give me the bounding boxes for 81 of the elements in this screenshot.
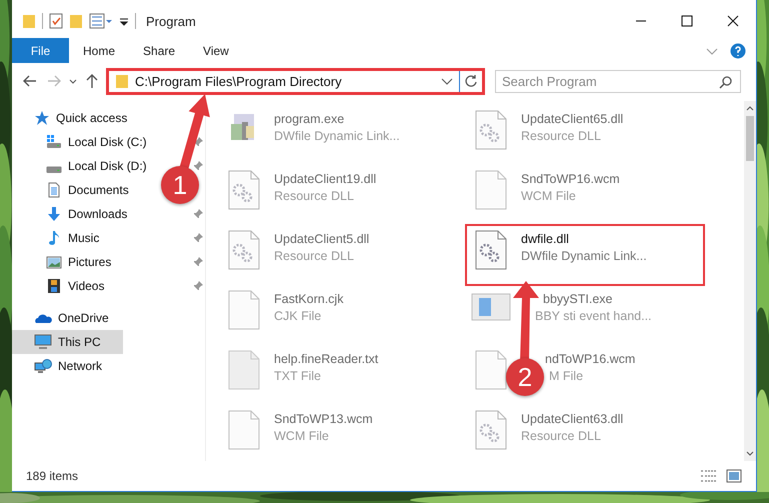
file-type: Resource DLL bbox=[521, 428, 601, 445]
nav-item[interactable]: Network bbox=[12, 354, 110, 378]
gear-file-icon bbox=[228, 230, 260, 270]
music-note-icon bbox=[46, 230, 62, 246]
gear-file-icon bbox=[475, 410, 507, 450]
number-badge: 2 bbox=[506, 358, 544, 396]
pin-icon[interactable] bbox=[193, 257, 203, 267]
nav-item[interactable]: Pictures bbox=[12, 250, 120, 274]
scrollbar-thumb[interactable] bbox=[746, 116, 754, 161]
nav-item[interactable]: Local Disk (D:) bbox=[12, 154, 155, 178]
nav-item[interactable]: Quick access bbox=[12, 106, 136, 130]
drive-icon bbox=[46, 166, 62, 172]
file-name[interactable]: ndToWP16.wcm bbox=[545, 351, 636, 368]
file-name[interactable]: UpdateClient19.dll bbox=[274, 171, 376, 188]
nav-item[interactable]: Videos bbox=[12, 274, 112, 298]
refresh-icon[interactable] bbox=[464, 74, 478, 88]
nav-item[interactable]: Music bbox=[12, 226, 108, 250]
nav-item[interactable]: Local Disk (C:) bbox=[12, 130, 155, 154]
file-name[interactable]: UpdateClient63.dll bbox=[521, 411, 624, 428]
window-title: Program bbox=[146, 14, 197, 28]
film-icon bbox=[46, 278, 62, 294]
file-type: WCM File bbox=[274, 428, 329, 445]
file-type: Resource DLL bbox=[274, 248, 354, 265]
file-name[interactable]: UpdateClient65.dll bbox=[521, 111, 624, 128]
file-menu-button[interactable]: File bbox=[12, 38, 69, 63]
search-icon bbox=[719, 74, 733, 88]
file-type: DWfile Dynamic Link... bbox=[274, 128, 400, 145]
chevron-down-icon[interactable] bbox=[441, 76, 453, 86]
file-name[interactable]: dwfile.dll bbox=[521, 231, 569, 248]
file-type: Resource DLL bbox=[274, 188, 354, 205]
file-type: M File bbox=[549, 368, 584, 385]
file-name[interactable]: FastKorn.cjk bbox=[274, 291, 344, 308]
ribbon-tab[interactable]: View bbox=[189, 38, 243, 63]
file-icon bbox=[228, 410, 260, 450]
large-icons-view-icon[interactable] bbox=[726, 469, 742, 483]
properties-icon[interactable] bbox=[49, 13, 63, 29]
text-file-icon bbox=[228, 350, 260, 390]
gear-file-icon bbox=[228, 170, 260, 210]
pin-icon[interactable] bbox=[193, 233, 203, 243]
file-name[interactable]: bbyySTI.exe bbox=[543, 291, 612, 308]
file-type: Resource DLL bbox=[521, 128, 601, 145]
download-icon bbox=[46, 206, 62, 222]
network-icon bbox=[34, 358, 52, 374]
pin-icon[interactable] bbox=[193, 209, 203, 219]
file-name[interactable]: SndToWP16.wcm bbox=[521, 171, 620, 188]
help-icon[interactable] bbox=[730, 42, 746, 58]
file-name[interactable]: UpdateClient5.dll bbox=[274, 231, 370, 248]
pin-icon[interactable] bbox=[193, 281, 203, 291]
pin-icon[interactable] bbox=[193, 137, 203, 147]
file-name[interactable]: program.exe bbox=[274, 111, 344, 128]
view-options-icon[interactable] bbox=[89, 13, 113, 29]
gear-file-icon bbox=[475, 230, 507, 270]
star-icon bbox=[34, 110, 50, 126]
nav-item[interactable]: This PC bbox=[12, 330, 122, 354]
pin-icon[interactable] bbox=[193, 161, 203, 171]
file-type: WCM File bbox=[521, 188, 576, 205]
item-count: 189 items bbox=[26, 469, 80, 483]
file-icon bbox=[475, 350, 507, 390]
gear-file-icon bbox=[475, 110, 507, 150]
nav-item[interactable]: Documents bbox=[12, 178, 137, 202]
search-field[interactable]: Search Program bbox=[495, 70, 741, 92]
folder-icon bbox=[115, 73, 129, 89]
file-icon bbox=[228, 290, 260, 330]
ribbon-tab[interactable]: Home bbox=[69, 38, 130, 63]
file-icon bbox=[475, 170, 507, 210]
nav-item[interactable]: Downloads bbox=[12, 202, 136, 226]
file-type: TXT File bbox=[274, 368, 321, 385]
computer-icon bbox=[34, 334, 52, 350]
drive-icon bbox=[46, 134, 62, 150]
file-name[interactable]: SndToWP13.wcm bbox=[274, 411, 373, 428]
file-type: DWfile Dynamic Link... bbox=[521, 248, 647, 265]
file-name[interactable]: help.fineReader.txt bbox=[274, 351, 378, 368]
number-badge: 1 bbox=[161, 166, 199, 204]
ribbon-tab[interactable]: Share bbox=[129, 38, 190, 63]
details-view-icon[interactable] bbox=[700, 469, 718, 483]
address-bar[interactable]: C:\Program Files\Program Directory bbox=[106, 68, 485, 94]
pictures-icon bbox=[46, 254, 62, 270]
nav-item[interactable]: OneDrive bbox=[12, 306, 117, 330]
file-type: BBY sti event hand... bbox=[535, 308, 652, 325]
file-type: CJK File bbox=[274, 308, 322, 325]
document-icon bbox=[46, 182, 62, 198]
